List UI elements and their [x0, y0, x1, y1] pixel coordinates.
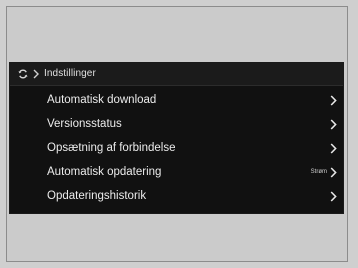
sync-icon[interactable] — [18, 69, 28, 79]
page-title: Indstillinger — [44, 68, 96, 79]
chevron-right-icon — [330, 191, 337, 202]
menu-item-automatic-update[interactable]: Automatisk opdatering Strøm — [10, 161, 343, 185]
menu-item-version-status[interactable]: Versionsstatus — [10, 113, 343, 137]
settings-screen: Indstillinger Automatisk download Versio… — [10, 63, 343, 213]
settings-menu-list: Automatisk download Versionsstatus Opsæt… — [10, 89, 343, 209]
menu-item-label: Versionsstatus — [47, 118, 122, 130]
breadcrumb: Indstillinger — [10, 63, 343, 86]
menu-item-label: Opsætning af forbindelse — [47, 142, 176, 154]
menu-item-value: Strøm — [310, 169, 327, 175]
chevron-right-icon — [330, 143, 337, 154]
menu-item-connection-setup[interactable]: Opsætning af forbindelse — [10, 137, 343, 161]
chevron-right-icon — [33, 69, 39, 79]
menu-item-label: Automatisk opdatering — [47, 166, 162, 178]
menu-item-label: Automatisk download — [47, 94, 157, 106]
chevron-right-icon — [330, 95, 337, 106]
chevron-right-icon — [330, 167, 337, 178]
menu-item-update-history[interactable]: Opdateringshistorik — [10, 185, 343, 209]
menu-item-label: Opdateringshistorik — [47, 190, 147, 202]
chevron-right-icon — [330, 119, 337, 130]
menu-item-automatic-download[interactable]: Automatisk download — [10, 89, 343, 113]
